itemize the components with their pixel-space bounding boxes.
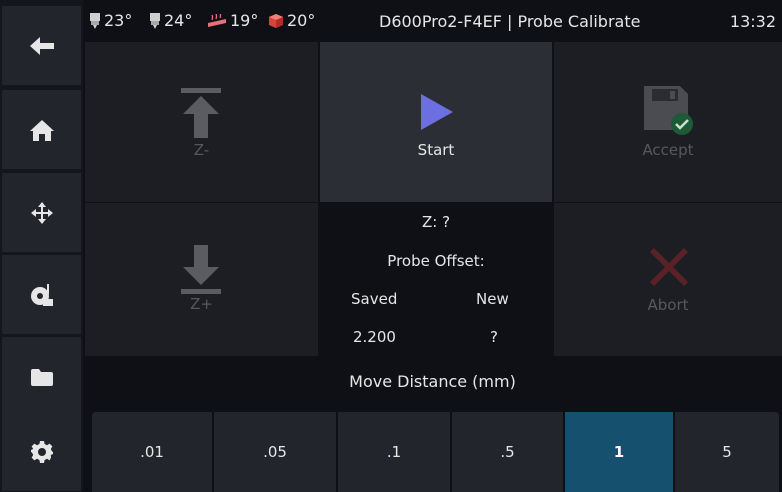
page-title: D600Pro2-F4EF | Probe Calibrate bbox=[379, 12, 641, 31]
arrow-up-to-bar-icon bbox=[181, 88, 221, 138]
play-icon bbox=[421, 94, 453, 130]
home-button[interactable] bbox=[2, 90, 81, 170]
probe-offset-label: Probe Offset: bbox=[387, 252, 485, 270]
distance-option-5[interactable]: 5 bbox=[675, 412, 779, 492]
arrow-down-to-bar-icon bbox=[181, 245, 221, 294]
distance-option-0.05[interactable]: .05 bbox=[214, 412, 336, 492]
saved-label: Saved bbox=[351, 290, 398, 308]
extrude-spool-icon bbox=[30, 283, 53, 306]
extruder2-temp-value: 24° bbox=[164, 11, 193, 30]
back-button[interactable] bbox=[2, 6, 81, 86]
extruder1-temp[interactable]: 23° bbox=[89, 11, 132, 30]
back-arrow-icon bbox=[29, 36, 54, 55]
accept-button[interactable]: Accept bbox=[554, 42, 782, 202]
z-up-label: Z- bbox=[193, 141, 210, 159]
heated-bed-icon bbox=[208, 13, 226, 27]
distance-option-0.01[interactable]: .01 bbox=[92, 412, 212, 492]
folder-icon bbox=[30, 368, 53, 386]
z-value: Z: ? bbox=[421, 213, 451, 231]
start-label: Start bbox=[417, 141, 455, 159]
distance-option-0.1[interactable]: .1 bbox=[338, 412, 450, 492]
files-button[interactable] bbox=[2, 337, 81, 417]
chamber-temp[interactable]: 20° bbox=[268, 11, 315, 30]
abort-button[interactable]: Abort bbox=[554, 203, 782, 356]
abort-label: Abort bbox=[647, 296, 689, 314]
accept-label: Accept bbox=[642, 141, 694, 159]
gear-icon bbox=[30, 440, 53, 463]
extruder1-temp-value: 23° bbox=[104, 11, 133, 30]
z-down-label: Z+ bbox=[190, 295, 213, 313]
z-down-button[interactable]: Z+ bbox=[85, 203, 318, 356]
distance-option-0.5[interactable]: .5 bbox=[452, 412, 563, 492]
move-distance-label: Move Distance (mm) bbox=[349, 372, 516, 391]
settings-button[interactable] bbox=[2, 412, 81, 492]
sidebar bbox=[0, 0, 83, 492]
extruder-icon bbox=[90, 12, 100, 29]
clock: 13:32 bbox=[729, 12, 776, 31]
bed-temp-value: 19° bbox=[230, 11, 259, 30]
extrude-button[interactable] bbox=[2, 255, 81, 335]
save-check-icon bbox=[644, 86, 693, 135]
distance-option-1[interactable]: 1 bbox=[565, 412, 673, 492]
saved-value: 2.200 bbox=[353, 328, 396, 346]
chamber-temp-value: 20° bbox=[287, 11, 316, 30]
probe-info-panel: Z: ? Probe Offset: Saved New 2.200 ? bbox=[320, 203, 552, 356]
bed-temp[interactable]: 19° bbox=[207, 11, 258, 30]
close-icon bbox=[650, 248, 688, 286]
new-value: ? bbox=[490, 328, 498, 346]
move-button[interactable] bbox=[2, 173, 81, 253]
start-button[interactable]: Start bbox=[320, 42, 552, 202]
move-icon bbox=[30, 201, 53, 224]
extruder-icon bbox=[150, 12, 160, 29]
z-up-button[interactable]: Z- bbox=[85, 42, 318, 202]
title-bar: 23° 24° 19° 20° D600Pro2-F4EF | Probe Ca… bbox=[83, 0, 782, 42]
chamber-cube-icon bbox=[269, 13, 283, 28]
extruder2-temp[interactable]: 24° bbox=[149, 11, 192, 30]
home-icon bbox=[29, 119, 54, 141]
new-label: New bbox=[476, 290, 509, 308]
